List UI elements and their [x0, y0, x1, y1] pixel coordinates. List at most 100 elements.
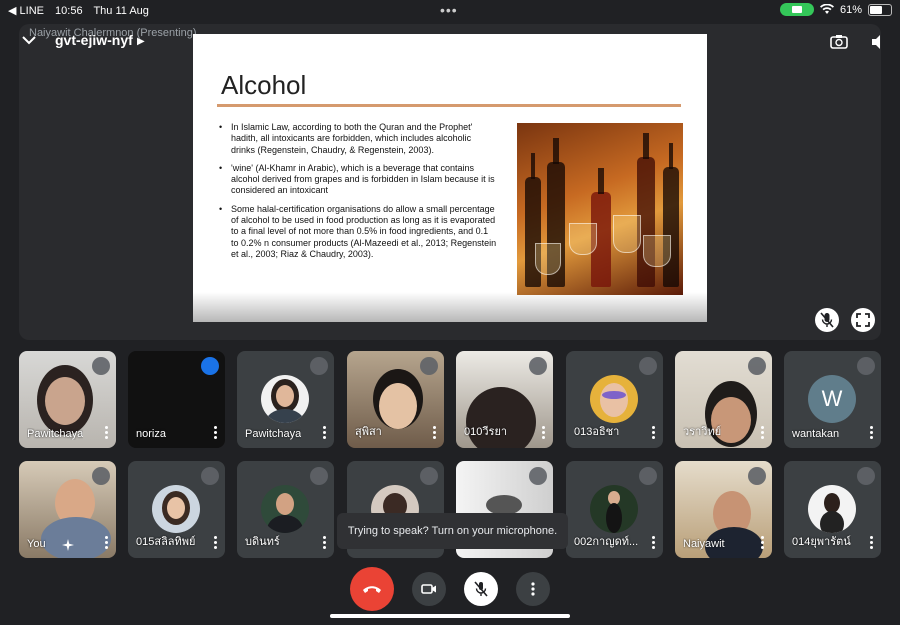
more-vertical-icon: [531, 582, 535, 596]
more-options-icon[interactable]: [323, 424, 327, 441]
slide-title-rule: [217, 104, 681, 107]
alcohol-bottles-photo: [517, 123, 683, 295]
more-options-icon[interactable]: [652, 534, 656, 551]
participant-avatar: [261, 375, 309, 423]
more-options-icon[interactable]: [214, 534, 218, 551]
participant-tile[interactable]: You: [19, 461, 116, 558]
mic-off-icon: [857, 467, 875, 485]
participant-tile[interactable]: 002กาญดท์...: [566, 461, 663, 558]
status-date: Thu 11 Aug: [93, 5, 149, 17]
speaker-icon[interactable]: [869, 32, 881, 52]
slide-title: Alcohol: [221, 70, 307, 100]
more-options-icon[interactable]: [105, 534, 109, 551]
participant-tile[interactable]: วราวิทย์: [675, 351, 772, 448]
switch-camera-icon[interactable]: [829, 32, 849, 52]
mic-off-icon: [201, 467, 219, 485]
slide-bullet: In Islamic Law, according to both the Qu…: [219, 122, 497, 156]
more-options-icon[interactable]: [761, 424, 765, 441]
participant-avatar: [152, 485, 200, 533]
mic-off-icon: [748, 467, 766, 485]
participant-name: สุพิสา: [355, 426, 382, 438]
participant-initial-avatar: W: [808, 375, 856, 423]
participant-name: 010วีรยา: [464, 426, 508, 438]
participant-tile[interactable]: สุพิสา: [347, 351, 444, 448]
participant-video: [45, 377, 85, 425]
participant-name: You: [27, 538, 46, 550]
more-options-icon[interactable]: [870, 424, 874, 441]
end-call-button[interactable]: [350, 567, 394, 611]
fullscreen-button[interactable]: [851, 308, 875, 332]
status-time: 10:56: [55, 5, 83, 17]
sparkle-effects-icon[interactable]: [61, 538, 75, 552]
participant-video: [379, 383, 417, 429]
battery-percent: 61%: [839, 3, 862, 16]
mic-off-icon: [92, 467, 110, 485]
presented-slide: Alcohol In Islamic Law, according to bot…: [193, 34, 707, 322]
participant-name: noriza: [136, 428, 166, 440]
speaking-indicator-icon: [201, 357, 219, 375]
participant-name: Pawitchaya: [245, 428, 302, 440]
chevron-down-icon[interactable]: [21, 32, 37, 48]
participant-tile[interactable]: 014ยุพารัตน์: [784, 461, 881, 558]
participant-name: Pawitchaya: [27, 428, 84, 440]
participant-name: วราวิทย์: [683, 426, 722, 438]
participant-tile[interactable]: 015สลิลทิพย์: [128, 461, 225, 558]
camera-in-use-icon: [779, 3, 814, 16]
microphone-hint-toast: Trying to speak? Turn on your microphone…: [337, 513, 568, 549]
mic-off-icon: [857, 357, 875, 375]
presentation-stage[interactable]: Naiyawit Chalermnon (Presenting) gvt-eji…: [19, 24, 881, 340]
more-options-icon[interactable]: [105, 424, 109, 441]
participant-tile[interactable]: Naiyawit: [675, 461, 772, 558]
participant-video: [486, 495, 522, 515]
chevron-right-icon[interactable]: ▶: [137, 36, 145, 47]
participant-video: [41, 517, 111, 558]
more-options-button[interactable]: [516, 572, 550, 606]
more-options-icon[interactable]: [761, 534, 765, 551]
more-options-icon[interactable]: [323, 534, 327, 551]
slide-footer-band: [193, 292, 707, 322]
participant-avatar: [808, 485, 856, 533]
more-options-icon[interactable]: [870, 534, 874, 551]
home-indicator[interactable]: [330, 614, 570, 618]
fullscreen-icon: [856, 313, 870, 327]
mic-off-icon: [529, 467, 547, 485]
more-options-icon[interactable]: [433, 424, 437, 441]
mic-off-icon: [820, 312, 834, 328]
participant-tile[interactable]: noriza: [128, 351, 225, 448]
participant-avatar: [261, 485, 309, 533]
participant-tile[interactable]: Pawitchaya: [237, 351, 334, 448]
more-options-icon[interactable]: [652, 424, 656, 441]
phone-hangup-icon: [363, 586, 381, 593]
mic-off-icon: [474, 581, 488, 597]
mute-presenter-button[interactable]: [815, 308, 839, 332]
camera-toggle-button[interactable]: [412, 572, 446, 606]
participant-tile[interactable]: 013อธิชา: [566, 351, 663, 448]
participant-tile[interactable]: Pawitchaya: [19, 351, 116, 448]
participant-tile[interactable]: บดินทร์: [237, 461, 334, 558]
meeting-code[interactable]: gvt-ejiw-nyf: [55, 32, 133, 48]
more-options-icon[interactable]: [542, 424, 546, 441]
battery-fill: [870, 5, 882, 14]
participant-name: wantakan: [792, 428, 840, 440]
multitasking-dots-icon[interactable]: •••: [440, 2, 458, 18]
mic-off-icon: [420, 357, 438, 375]
status-bar: ◀ LINE 10:56 Thu 11 Aug ••• 61%: [0, 0, 900, 20]
participant-tile[interactable]: 010วีรยา: [456, 351, 553, 448]
mic-off-icon: [639, 467, 657, 485]
back-to-app-link[interactable]: ◀ LINE: [8, 5, 44, 17]
participant-name: 002กาญดท์...: [574, 536, 639, 548]
mic-off-icon: [639, 357, 657, 375]
mic-off-icon: [748, 357, 766, 375]
participant-avatar: [590, 375, 638, 423]
microphone-toggle-button[interactable]: [464, 572, 498, 606]
participant-tile[interactable]: W wantakan: [784, 351, 881, 448]
participant-name: Naiyawit: [683, 538, 725, 550]
mic-off-icon: [310, 467, 328, 485]
wifi-icon: [819, 4, 834, 14]
slide-bullet-list: In Islamic Law, according to both the Qu…: [219, 122, 497, 267]
slide-bullet: 'wine' (Al-Khamr in Arabic), which is a …: [219, 163, 497, 197]
participant-avatar: [590, 485, 638, 533]
more-options-icon[interactable]: [214, 424, 218, 441]
mic-off-icon: [420, 467, 438, 485]
mic-off-icon: [310, 357, 328, 375]
